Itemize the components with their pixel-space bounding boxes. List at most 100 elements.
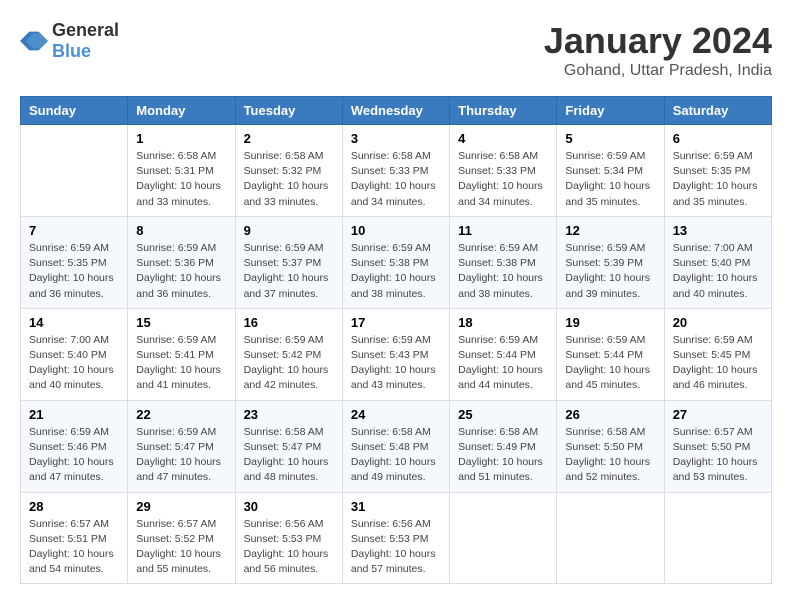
day-number: 14 [29, 315, 119, 330]
day-number: 12 [565, 223, 655, 238]
calendar-cell-w1-d3: 2 Sunrise: 6:58 AMSunset: 5:32 PMDayligh… [235, 125, 342, 217]
day-number: 13 [673, 223, 763, 238]
weekday-header-monday: Monday [128, 97, 235, 125]
weekday-header-tuesday: Tuesday [235, 97, 342, 125]
calendar-cell-w4-d4: 24 Sunrise: 6:58 AMSunset: 5:48 PMDaylig… [342, 400, 449, 492]
calendar-cell-w1-d1 [21, 125, 128, 217]
day-detail: Sunrise: 6:56 AMSunset: 5:53 PMDaylight:… [244, 517, 334, 578]
title-area: January 2024 Gohand, Uttar Pradesh, Indi… [544, 20, 772, 80]
day-number: 19 [565, 315, 655, 330]
day-detail: Sunrise: 6:59 AMSunset: 5:42 PMDaylight:… [244, 333, 334, 394]
day-number: 4 [458, 131, 548, 146]
day-number: 3 [351, 131, 441, 146]
week-row-1: 1 Sunrise: 6:58 AMSunset: 5:31 PMDayligh… [21, 125, 772, 217]
day-number: 20 [673, 315, 763, 330]
day-detail: Sunrise: 6:56 AMSunset: 5:53 PMDaylight:… [351, 517, 441, 578]
day-number: 22 [136, 407, 226, 422]
calendar-cell-w5-d1: 28 Sunrise: 6:57 AMSunset: 5:51 PMDaylig… [21, 492, 128, 584]
day-number: 5 [565, 131, 655, 146]
calendar-cell-w2-d3: 9 Sunrise: 6:59 AMSunset: 5:37 PMDayligh… [235, 216, 342, 308]
day-detail: Sunrise: 6:57 AMSunset: 5:52 PMDaylight:… [136, 517, 226, 578]
calendar-cell-w3-d7: 20 Sunrise: 6:59 AMSunset: 5:45 PMDaylig… [664, 308, 771, 400]
day-detail: Sunrise: 6:58 AMSunset: 5:32 PMDaylight:… [244, 149, 334, 210]
calendar-cell-w3-d3: 16 Sunrise: 6:59 AMSunset: 5:42 PMDaylig… [235, 308, 342, 400]
day-detail: Sunrise: 6:59 AMSunset: 5:35 PMDaylight:… [29, 241, 119, 302]
day-number: 26 [565, 407, 655, 422]
day-detail: Sunrise: 6:57 AMSunset: 5:50 PMDaylight:… [673, 425, 763, 486]
day-detail: Sunrise: 6:59 AMSunset: 5:38 PMDaylight:… [351, 241, 441, 302]
calendar-cell-w5-d4: 31 Sunrise: 6:56 AMSunset: 5:53 PMDaylig… [342, 492, 449, 584]
day-detail: Sunrise: 6:59 AMSunset: 5:44 PMDaylight:… [565, 333, 655, 394]
calendar-cell-w1-d4: 3 Sunrise: 6:58 AMSunset: 5:33 PMDayligh… [342, 125, 449, 217]
week-row-4: 21 Sunrise: 6:59 AMSunset: 5:46 PMDaylig… [21, 400, 772, 492]
week-row-2: 7 Sunrise: 6:59 AMSunset: 5:35 PMDayligh… [21, 216, 772, 308]
calendar-cell-w5-d5 [450, 492, 557, 584]
calendar-cell-w4-d6: 26 Sunrise: 6:58 AMSunset: 5:50 PMDaylig… [557, 400, 664, 492]
day-detail: Sunrise: 6:59 AMSunset: 5:37 PMDaylight:… [244, 241, 334, 302]
day-detail: Sunrise: 6:59 AMSunset: 5:43 PMDaylight:… [351, 333, 441, 394]
header: General Blue January 2024 Gohand, Uttar … [20, 20, 772, 80]
calendar-cell-w5-d7 [664, 492, 771, 584]
calendar-cell-w5-d6 [557, 492, 664, 584]
day-detail: Sunrise: 6:58 AMSunset: 5:49 PMDaylight:… [458, 425, 548, 486]
calendar-cell-w2-d2: 8 Sunrise: 6:59 AMSunset: 5:36 PMDayligh… [128, 216, 235, 308]
weekday-header-row: SundayMondayTuesdayWednesdayThursdayFrid… [21, 97, 772, 125]
day-number: 30 [244, 499, 334, 514]
calendar-cell-w3-d5: 18 Sunrise: 6:59 AMSunset: 5:44 PMDaylig… [450, 308, 557, 400]
calendar-cell-w4-d1: 21 Sunrise: 6:59 AMSunset: 5:46 PMDaylig… [21, 400, 128, 492]
day-number: 11 [458, 223, 548, 238]
day-detail: Sunrise: 6:59 AMSunset: 5:46 PMDaylight:… [29, 425, 119, 486]
day-number: 2 [244, 131, 334, 146]
day-number: 8 [136, 223, 226, 238]
day-detail: Sunrise: 6:59 AMSunset: 5:36 PMDaylight:… [136, 241, 226, 302]
calendar-cell-w5-d3: 30 Sunrise: 6:56 AMSunset: 5:53 PMDaylig… [235, 492, 342, 584]
day-number: 7 [29, 223, 119, 238]
logo-general-text: General [52, 20, 119, 40]
weekday-header-saturday: Saturday [664, 97, 771, 125]
day-number: 24 [351, 407, 441, 422]
week-row-5: 28 Sunrise: 6:57 AMSunset: 5:51 PMDaylig… [21, 492, 772, 584]
day-detail: Sunrise: 6:59 AMSunset: 5:35 PMDaylight:… [673, 149, 763, 210]
day-number: 18 [458, 315, 548, 330]
day-detail: Sunrise: 6:59 AMSunset: 5:38 PMDaylight:… [458, 241, 548, 302]
calendar-cell-w3-d1: 14 Sunrise: 7:00 AMSunset: 5:40 PMDaylig… [21, 308, 128, 400]
weekday-header-friday: Friday [557, 97, 664, 125]
calendar-cell-w4-d3: 23 Sunrise: 6:58 AMSunset: 5:47 PMDaylig… [235, 400, 342, 492]
day-detail: Sunrise: 7:00 AMSunset: 5:40 PMDaylight:… [673, 241, 763, 302]
day-number: 29 [136, 499, 226, 514]
day-detail: Sunrise: 6:58 AMSunset: 5:50 PMDaylight:… [565, 425, 655, 486]
calendar-cell-w2-d4: 10 Sunrise: 6:59 AMSunset: 5:38 PMDaylig… [342, 216, 449, 308]
day-number: 10 [351, 223, 441, 238]
day-detail: Sunrise: 6:59 AMSunset: 5:41 PMDaylight:… [136, 333, 226, 394]
calendar-cell-w5-d2: 29 Sunrise: 6:57 AMSunset: 5:52 PMDaylig… [128, 492, 235, 584]
calendar-cell-w3-d4: 17 Sunrise: 6:59 AMSunset: 5:43 PMDaylig… [342, 308, 449, 400]
day-number: 15 [136, 315, 226, 330]
day-detail: Sunrise: 6:58 AMSunset: 5:33 PMDaylight:… [351, 149, 441, 210]
day-number: 31 [351, 499, 441, 514]
day-detail: Sunrise: 6:59 AMSunset: 5:47 PMDaylight:… [136, 425, 226, 486]
calendar-table: SundayMondayTuesdayWednesdayThursdayFrid… [20, 96, 772, 584]
day-detail: Sunrise: 6:59 AMSunset: 5:44 PMDaylight:… [458, 333, 548, 394]
calendar-cell-w3-d6: 19 Sunrise: 6:59 AMSunset: 5:44 PMDaylig… [557, 308, 664, 400]
weekday-header-wednesday: Wednesday [342, 97, 449, 125]
day-detail: Sunrise: 6:58 AMSunset: 5:47 PMDaylight:… [244, 425, 334, 486]
weekday-header-thursday: Thursday [450, 97, 557, 125]
calendar-cell-w2-d6: 12 Sunrise: 6:59 AMSunset: 5:39 PMDaylig… [557, 216, 664, 308]
day-detail: Sunrise: 6:59 AMSunset: 5:39 PMDaylight:… [565, 241, 655, 302]
calendar-cell-w3-d2: 15 Sunrise: 6:59 AMSunset: 5:41 PMDaylig… [128, 308, 235, 400]
day-number: 16 [244, 315, 334, 330]
day-detail: Sunrise: 6:59 AMSunset: 5:45 PMDaylight:… [673, 333, 763, 394]
day-number: 23 [244, 407, 334, 422]
calendar-cell-w4-d2: 22 Sunrise: 6:59 AMSunset: 5:47 PMDaylig… [128, 400, 235, 492]
logo-blue-text: Blue [52, 41, 91, 61]
day-number: 28 [29, 499, 119, 514]
day-detail: Sunrise: 6:58 AMSunset: 5:33 PMDaylight:… [458, 149, 548, 210]
calendar-cell-w1-d2: 1 Sunrise: 6:58 AMSunset: 5:31 PMDayligh… [128, 125, 235, 217]
calendar-cell-w2-d5: 11 Sunrise: 6:59 AMSunset: 5:38 PMDaylig… [450, 216, 557, 308]
week-row-3: 14 Sunrise: 7:00 AMSunset: 5:40 PMDaylig… [21, 308, 772, 400]
day-number: 21 [29, 407, 119, 422]
logo: General Blue [20, 20, 119, 62]
day-detail: Sunrise: 6:59 AMSunset: 5:34 PMDaylight:… [565, 149, 655, 210]
day-number: 6 [673, 131, 763, 146]
day-detail: Sunrise: 6:58 AMSunset: 5:48 PMDaylight:… [351, 425, 441, 486]
